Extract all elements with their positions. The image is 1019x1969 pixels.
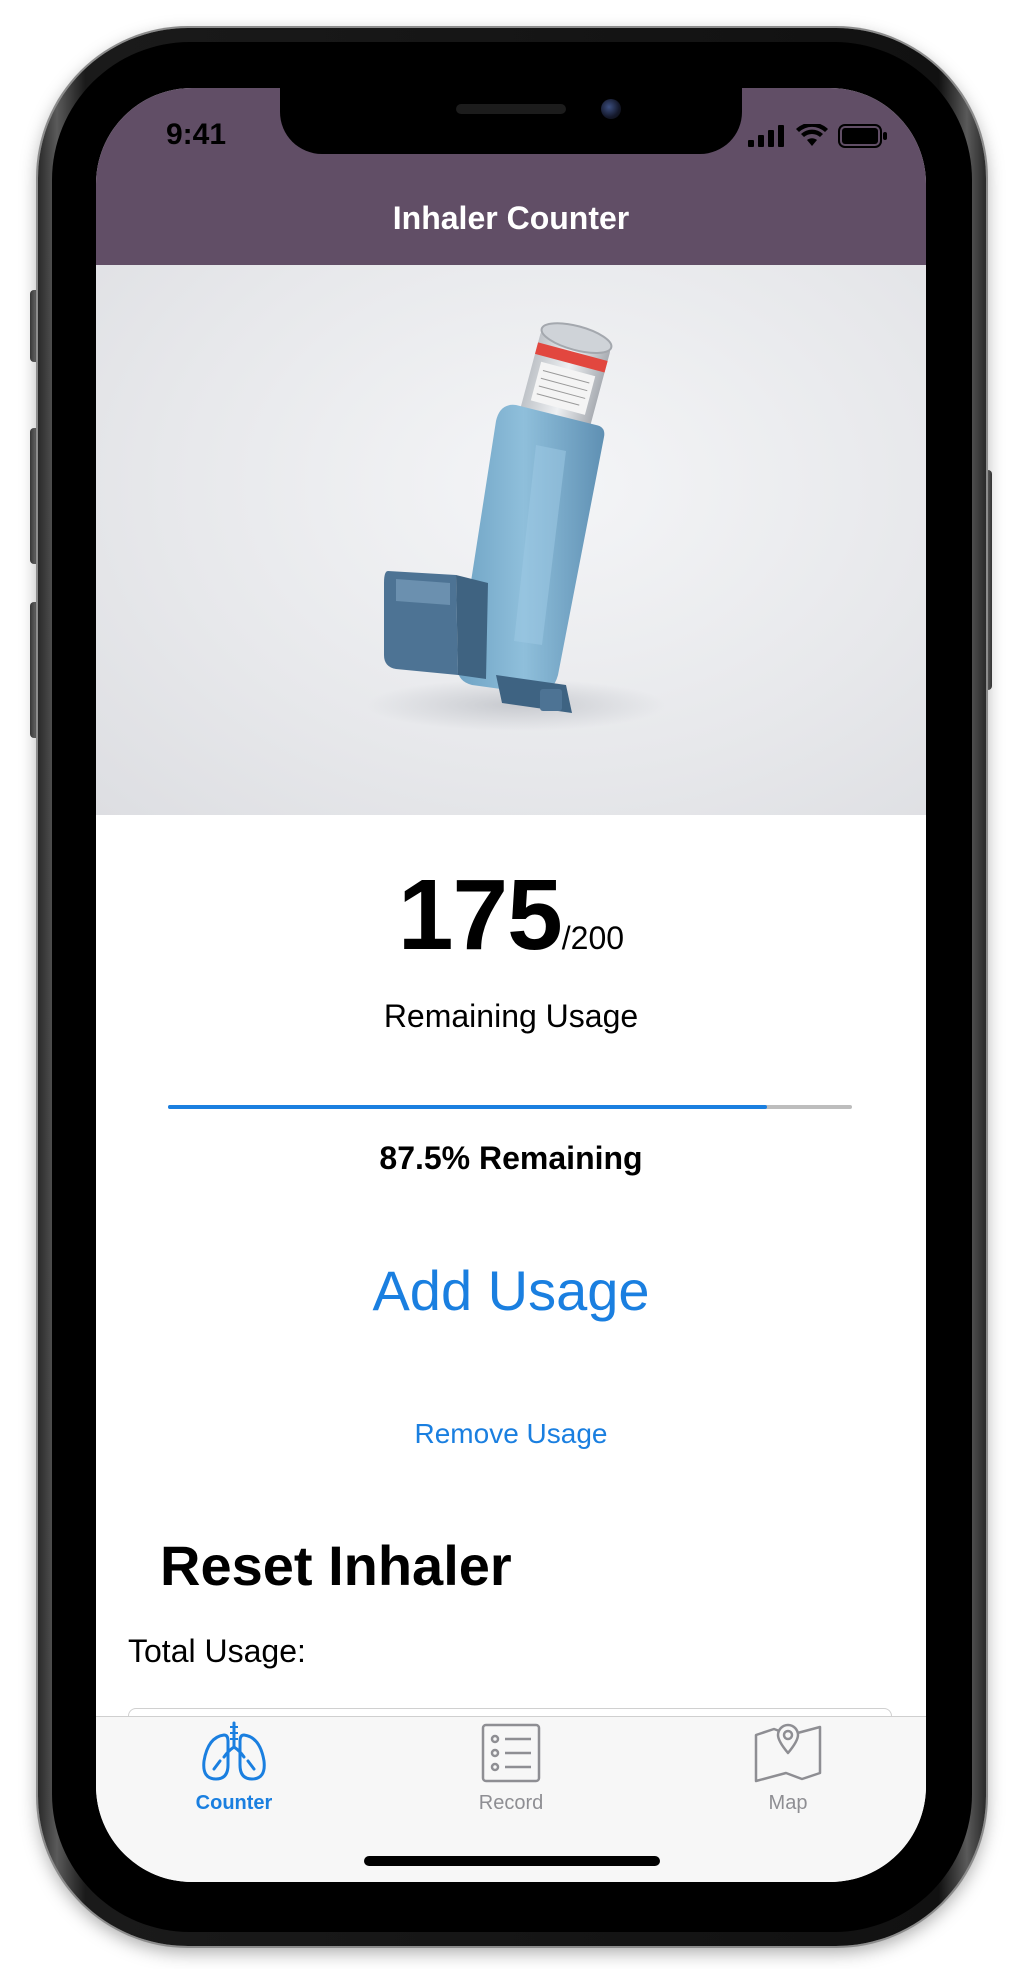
- front-camera: [601, 99, 621, 119]
- usage-progress-bar: [168, 1105, 852, 1109]
- list-icon: [481, 1723, 541, 1783]
- lungs-icon: [202, 1721, 266, 1781]
- device-notch: [280, 88, 742, 154]
- remaining-usage-label: Remaining Usage: [383, 998, 639, 1034]
- app-screen: 9:41 Inhaler Counter 175/200 Remaining U…: [96, 88, 926, 1882]
- battery-icon: [838, 124, 887, 148]
- cellular-signal-icon: [748, 125, 784, 147]
- earpiece-speaker: [456, 104, 566, 114]
- status-icons: [748, 124, 888, 148]
- tab-map[interactable]: Map: [698, 1721, 878, 1815]
- tab-map-label: Map: [768, 1792, 808, 1814]
- status-time: 9:41: [166, 118, 227, 151]
- tab-counter-label: Counter: [195, 1792, 273, 1814]
- usage-count: 175/200: [96, 858, 926, 973]
- add-usage-button[interactable]: Add Usage: [96, 1258, 926, 1323]
- home-indicator: [364, 1856, 660, 1866]
- remaining-count: 175: [397, 859, 563, 971]
- reset-inhaler-heading: Reset Inhaler: [160, 1534, 512, 1597]
- inhaler-photo: [96, 265, 926, 815]
- total-usage-label: Total Usage:: [128, 1633, 306, 1669]
- tab-record-label: Record: [478, 1792, 544, 1814]
- wifi-icon: [796, 124, 828, 146]
- tab-counter[interactable]: Counter: [144, 1721, 324, 1815]
- percent-remaining: 87.5% Remaining: [379, 1140, 643, 1176]
- total-count: /200: [561, 920, 625, 956]
- usage-progress-fill: [168, 1105, 767, 1109]
- map-icon: [754, 1723, 822, 1783]
- inhaler-illustration: [366, 322, 666, 731]
- tab-record[interactable]: Record: [421, 1721, 601, 1815]
- remove-usage-button[interactable]: Remove Usage: [96, 1418, 926, 1450]
- page-title: Inhaler Counter: [392, 200, 630, 236]
- device-stage: 9:41 Inhaler Counter 175/200 Remaining U…: [0, 0, 1019, 1969]
